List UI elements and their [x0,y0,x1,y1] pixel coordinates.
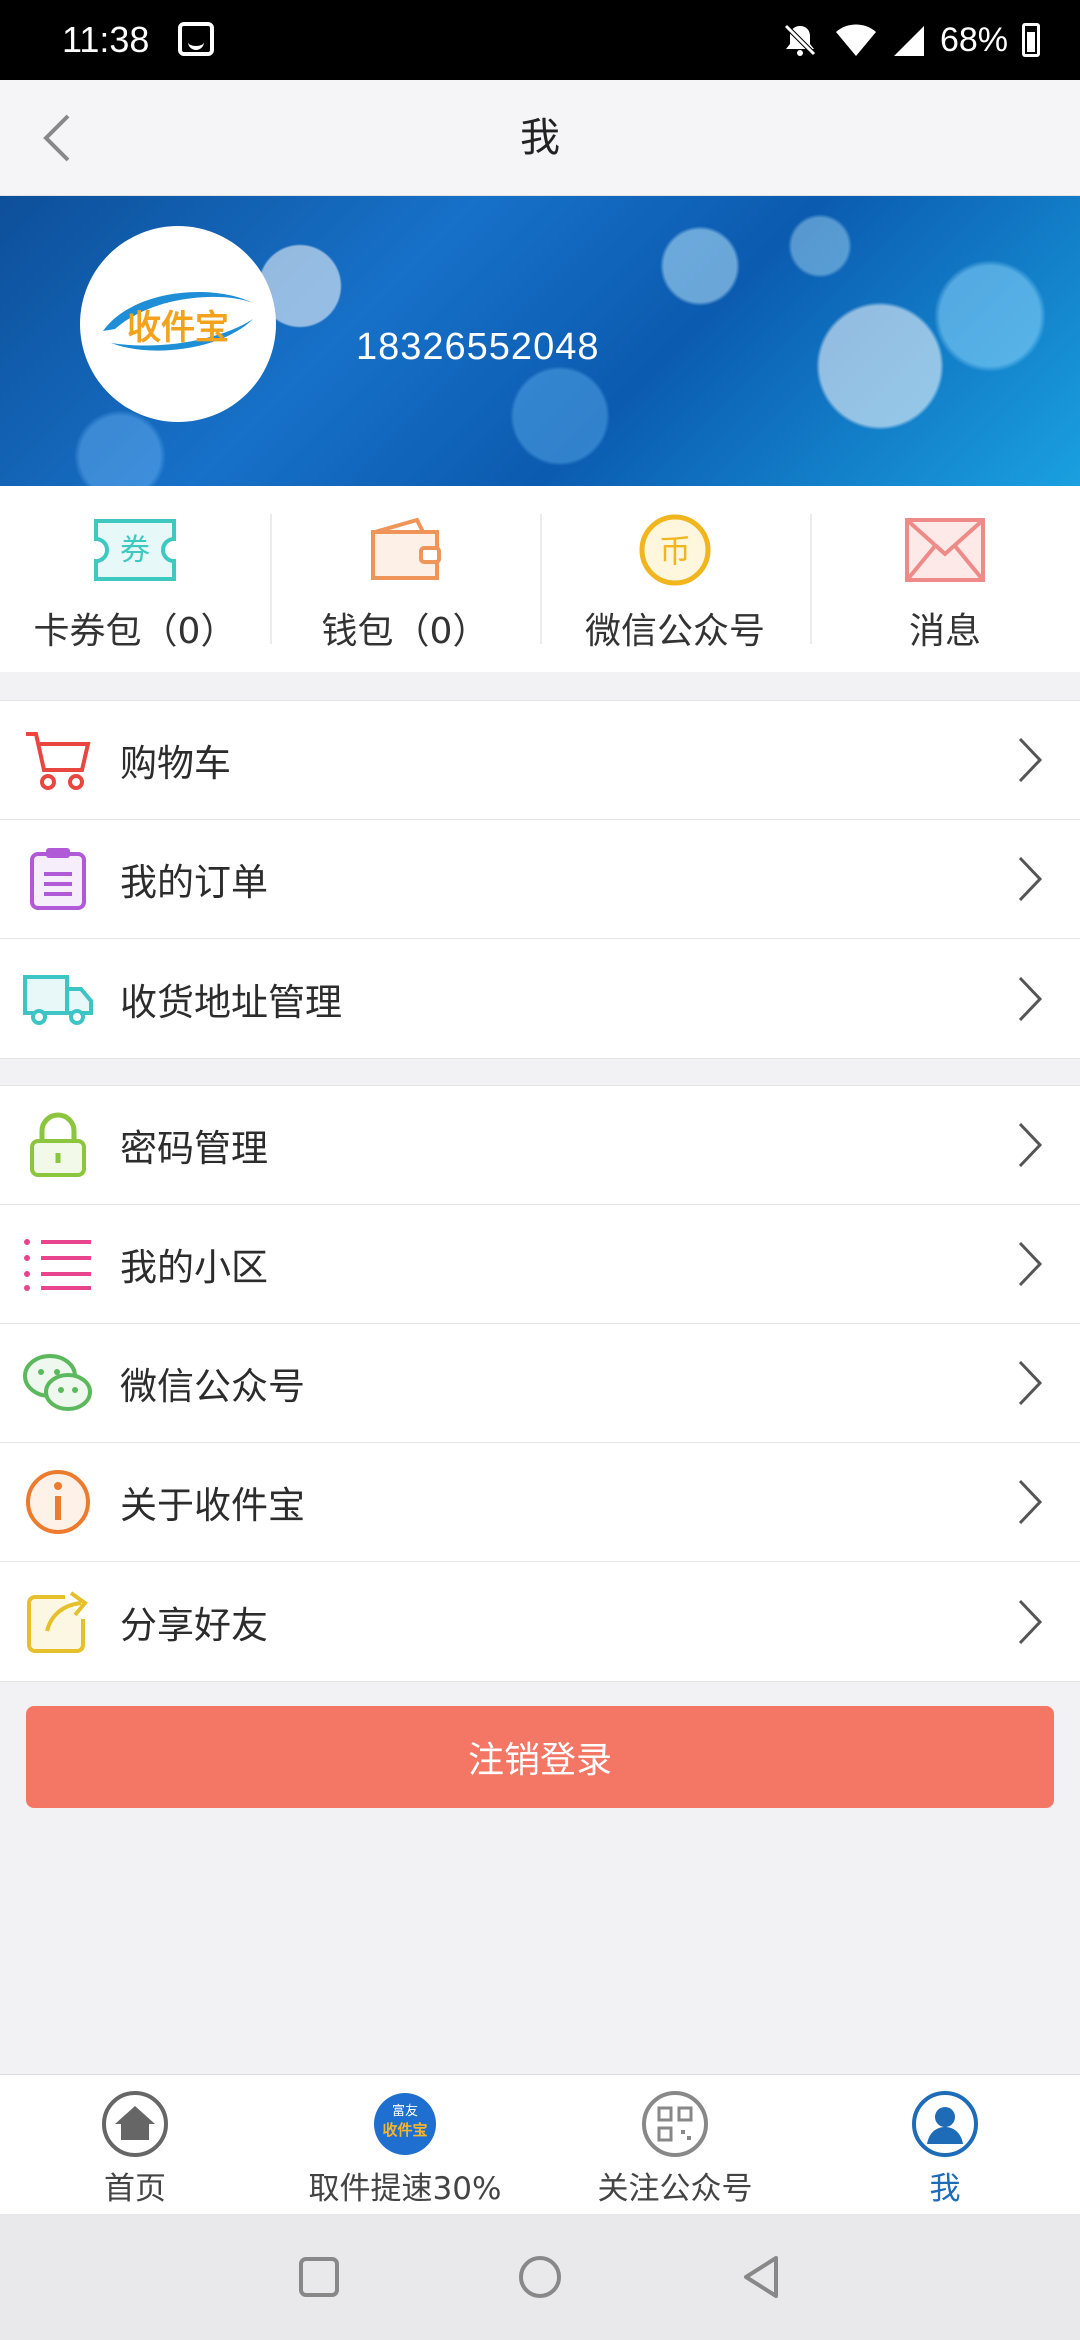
chevron-right-icon [1018,1599,1043,1644]
wifi-icon [835,24,876,56]
recents-icon[interactable] [294,2252,344,2302]
svg-text:币: 币 [659,532,691,570]
menu-group-shopping: 购物车 我的订单 收货地址管理 [0,700,1080,1059]
menu-label: 我的订单 [120,861,268,904]
mute-icon [784,24,816,56]
phone-number: 18326552048 [356,326,600,368]
cart-icon [22,724,94,796]
back-button-icon[interactable] [736,2252,786,2302]
user-icon [910,2089,980,2159]
profile-banner: 收件宝 18326552048 [0,196,1080,486]
menu-item-address[interactable]: 收货地址管理 [0,939,1080,1058]
page-title: 我 [520,115,560,161]
menu-item-cart[interactable]: 购物车 [0,701,1080,820]
menu-item-about[interactable]: 关于收件宝 [0,1443,1080,1562]
battery-percent: 68% [939,20,1008,59]
chevron-right-icon [1018,976,1043,1021]
tab-speed-pickup[interactable]: 富友 收件宝 取件提速30% [270,2075,540,2214]
menu-label: 密码管理 [120,1127,268,1170]
list-icon [22,1228,94,1300]
coupon-wallet-button[interactable]: 券 卡券包（0） [0,486,270,672]
menu-label: 微信公众号 [120,1365,305,1408]
svg-text:券: 券 [120,533,150,568]
signal-icon [893,26,924,56]
menu-item-orders[interactable]: 我的订单 [0,820,1080,939]
menu-item-wechat[interactable]: 微信公众号 [0,1324,1080,1443]
coupon-label: 卡券包（0） [33,611,237,652]
share-icon [22,1586,94,1658]
coin-icon: 币 [630,510,720,590]
logout-button[interactable]: 注销登录 [26,1706,1054,1808]
tab-home[interactable]: 首页 [0,2075,270,2214]
chevron-right-icon [1018,737,1043,783]
tab-follow-account[interactable]: 关注公众号 [540,2075,810,2214]
chevron-right-icon [1018,1122,1043,1168]
wallet-button[interactable]: 钱包（0） [270,486,540,672]
menu-label: 购物车 [120,742,231,785]
app-logo-icon: 收件宝 [103,291,253,351]
system-nav-bar [0,2214,1080,2340]
coupon-icon: 券 [90,510,180,590]
quick-actions: 券 卡券包（0） 钱包（0） 币 微信公众号 消息 [0,486,1080,672]
wallet-label: 钱包（0） [321,611,489,652]
qrcode-icon [640,2089,710,2159]
lock-icon [22,1109,94,1181]
chevron-right-icon [1018,1479,1043,1525]
messages-label: 消息 [908,611,981,652]
wechat-account-button[interactable]: 币 微信公众号 [540,486,810,672]
menu-label: 关于收件宝 [120,1484,305,1527]
menu-item-password[interactable]: 密码管理 [0,1086,1080,1205]
tab-label: 我 [929,2171,961,2207]
menu-item-share[interactable]: 分享好友 [0,1562,1080,1681]
wechat-icon [22,1347,94,1419]
truck-icon [22,963,94,1035]
svg-text:富友: 富友 [392,2103,418,2119]
tab-label: 关注公众号 [597,2171,753,2207]
home-button-icon[interactable] [515,2252,565,2302]
order-icon [22,843,94,915]
battery-icon [1022,23,1040,57]
svg-text:收件宝: 收件宝 [382,2121,427,2139]
header: 我 [0,80,1080,196]
info-icon [22,1466,94,1538]
notification-app-icon [178,22,214,56]
menu-group-settings: 密码管理 我的小区 微信公众号 关于收件宝 分享好友 [0,1085,1080,1682]
mail-icon [900,510,990,590]
logo-text: 收件宝 [127,308,229,348]
chevron-right-icon [1018,856,1043,902]
tab-label: 首页 [104,2171,166,2207]
app-logo-icon: 富友 收件宝 [370,2089,440,2159]
menu-label: 我的小区 [120,1246,268,1289]
chevron-right-icon [1018,1360,1043,1406]
menu-item-community[interactable]: 我的小区 [0,1205,1080,1324]
home-icon [100,2089,170,2159]
status-bar: 11:38 68% [0,0,1080,80]
status-time: 11:38 [62,19,150,60]
avatar[interactable]: 收件宝 [80,226,276,422]
messages-button[interactable]: 消息 [810,486,1080,672]
menu-label: 收货地址管理 [120,980,342,1024]
bottom-nav: 首页 富友 收件宝 取件提速30% 关注公众号 我 [0,2074,1080,2214]
menu-label: 分享好友 [120,1603,268,1647]
tab-me[interactable]: 我 [810,2075,1080,2214]
status-indicators: 68% [780,20,1040,60]
wechat-account-label: 微信公众号 [584,611,765,652]
tab-label: 取件提速30% [308,2171,502,2207]
chevron-right-icon [1018,1241,1043,1287]
wallet-icon [360,510,450,590]
